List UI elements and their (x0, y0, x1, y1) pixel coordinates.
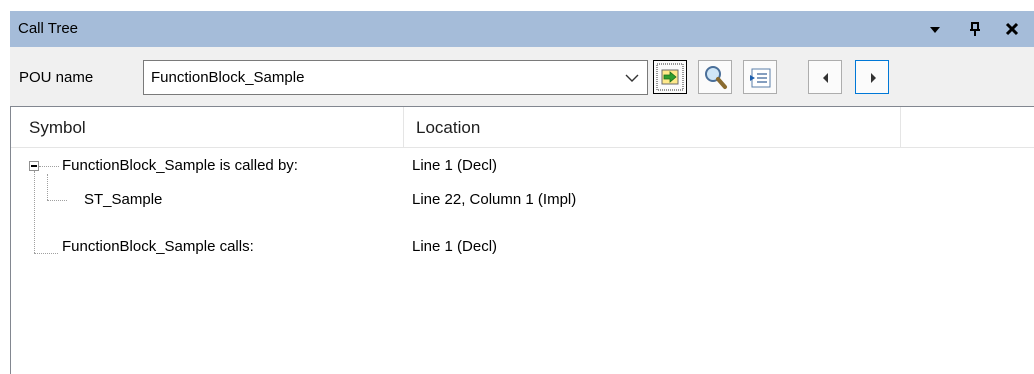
location-cell: Line 1 (Decl) (412, 157, 498, 174)
column-header-symbol[interactable]: Symbol (29, 118, 86, 138)
pou-name-label: POU name (19, 69, 94, 86)
location-cell: Line 22, Column 1 (Impl) (412, 191, 577, 208)
column-header-location[interactable]: Location (416, 118, 480, 138)
next-button[interactable] (855, 60, 889, 94)
previous-button[interactable] (808, 60, 842, 94)
chevron-down-icon (625, 74, 639, 82)
title-bar: Call Tree (10, 11, 1034, 47)
dropdown-icon[interactable] (925, 19, 945, 39)
expand-button[interactable] (743, 60, 777, 94)
magnifier-icon (705, 66, 727, 89)
pou-name-value: FunctionBlock_Sample (151, 69, 305, 86)
close-icon[interactable] (1002, 19, 1022, 39)
window-title: Call Tree (18, 20, 79, 37)
column-divider[interactable] (403, 107, 404, 147)
symbol-cell: ST_Sample (84, 191, 163, 208)
triangle-right-icon (871, 73, 876, 83)
symbol-cell: FunctionBlock_Sample is called by: (62, 157, 298, 174)
table-row[interactable]: FunctionBlock_Sample is called by: Line … (11, 149, 1034, 183)
find-button[interactable] (698, 60, 732, 94)
collapse-icon[interactable] (29, 161, 39, 171)
symbol-cell: FunctionBlock_Sample calls: (62, 238, 254, 255)
call-tree-panel: Call Tree POU name FunctionBlock_Sample (10, 11, 1034, 374)
pin-icon[interactable] (965, 19, 985, 39)
triangle-left-icon (823, 73, 828, 83)
arrow-right-icon (656, 63, 684, 91)
call-tree-list[interactable]: Symbol Location FunctionBlock_Sample is … (10, 106, 1034, 374)
column-divider[interactable] (900, 107, 901, 147)
column-header-row: Symbol Location (11, 107, 1034, 148)
location-cell: Line 1 (Decl) (412, 238, 498, 255)
list-expand-icon (750, 68, 771, 88)
go-button[interactable] (653, 60, 687, 94)
table-row[interactable]: ST_Sample Line 22, Column 1 (Impl) (11, 183, 1034, 217)
pou-name-combobox[interactable]: FunctionBlock_Sample (143, 60, 648, 95)
table-row[interactable]: FunctionBlock_Sample calls: Line 1 (Decl… (11, 236, 1034, 270)
